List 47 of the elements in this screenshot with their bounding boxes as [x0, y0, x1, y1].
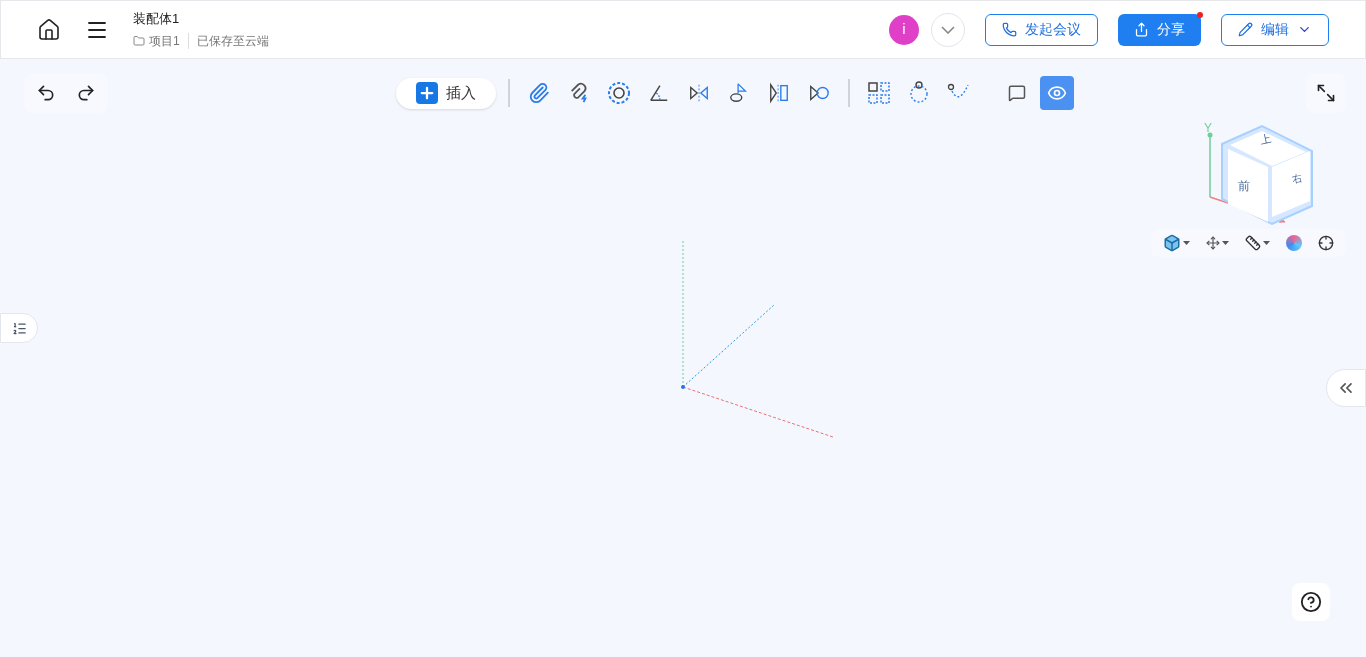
cube-face-label: 右 — [1290, 171, 1304, 187]
project-link[interactable]: 项目1 — [149, 32, 180, 51]
flag-rectangle-icon — [768, 82, 790, 104]
phone-icon — [1002, 22, 1017, 37]
list-icon — [11, 320, 27, 336]
cube-icon — [1163, 234, 1181, 252]
collapse-panel-tab[interactable] — [1326, 369, 1366, 407]
folder-icon — [133, 35, 145, 48]
flag-ellipse-icon — [728, 82, 750, 104]
undo-icon[interactable] — [36, 83, 56, 103]
plus-icon — [416, 82, 438, 104]
axis-label: Y — [1204, 120, 1212, 137]
share-button[interactable]: 分享 — [1118, 13, 1201, 46]
insert-button[interactable]: 插入 — [396, 77, 496, 109]
document-title: 装配体1 — [133, 9, 181, 28]
grid-pattern-icon — [867, 81, 891, 105]
eye-icon — [1047, 83, 1067, 103]
view-cube[interactable]: Y 上 前 右 — [1200, 109, 1330, 227]
share-icon — [1134, 22, 1149, 37]
dropdown-icon — [1222, 241, 1229, 245]
start-meeting-button[interactable]: 发起会议 — [985, 13, 1098, 46]
circular-pattern-icon — [907, 81, 931, 105]
outline-tab[interactable] — [0, 313, 38, 343]
cube-face-label: 上 — [1258, 131, 1273, 148]
target-icon — [1318, 235, 1334, 251]
dropdown-icon — [1263, 241, 1270, 245]
angle-icon — [648, 82, 670, 104]
user-avatar[interactable]: i — [889, 14, 919, 45]
paperclip-bolt-icon — [568, 82, 590, 104]
pencil-icon — [1238, 22, 1253, 37]
help-icon — [1300, 591, 1322, 613]
dropdown-icon — [1183, 241, 1190, 245]
home-icon[interactable] — [37, 17, 61, 42]
chevron-down-icon — [941, 25, 955, 34]
expand-icon — [1316, 83, 1336, 103]
dashed-circle-icon — [607, 81, 631, 105]
flag-circle-icon — [808, 82, 830, 104]
color-wheel-icon — [1286, 235, 1302, 251]
redo-icon[interactable] — [76, 83, 96, 103]
move-icon — [1206, 236, 1220, 250]
comment-icon — [1008, 84, 1026, 102]
edit-button[interactable]: 编辑 — [1221, 13, 1329, 46]
save-status: 已保存至云端 — [196, 33, 269, 51]
paperclip-icon — [528, 82, 550, 104]
cube-face-label: 前 — [1238, 178, 1250, 195]
help-button[interactable] — [1292, 583, 1330, 621]
ruler-icon — [1245, 235, 1261, 251]
